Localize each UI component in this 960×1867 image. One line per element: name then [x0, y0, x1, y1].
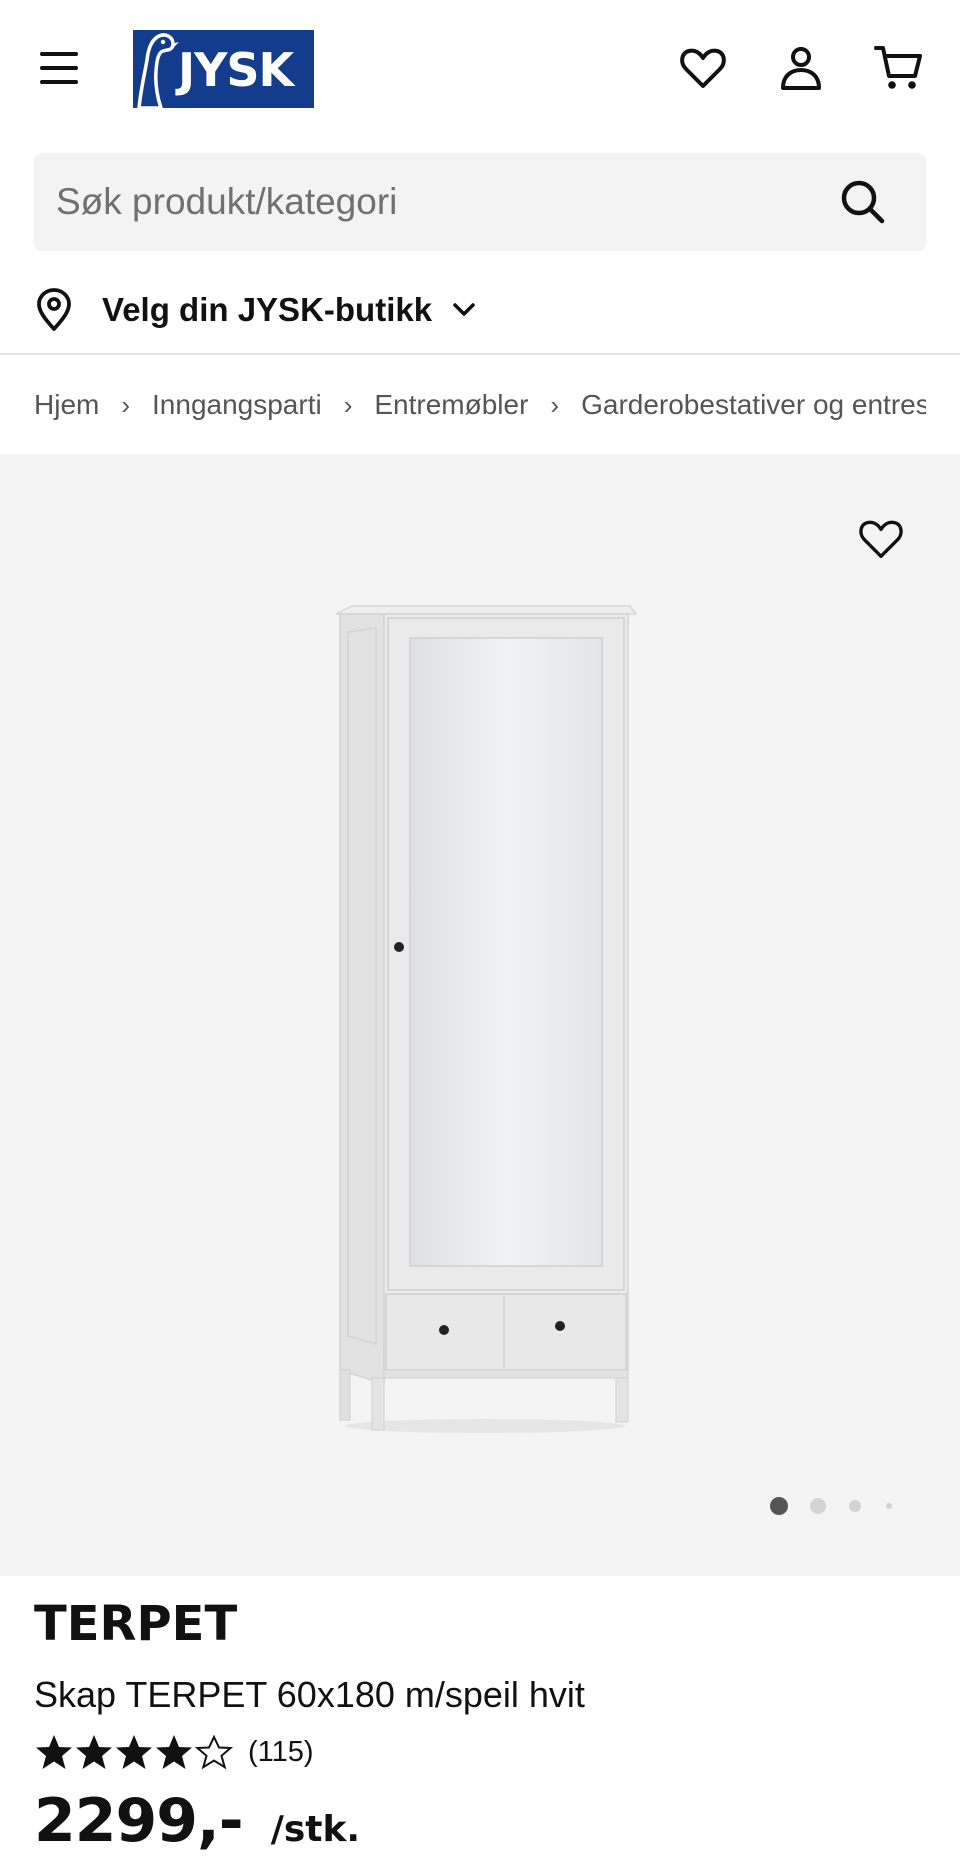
heart-icon: [859, 520, 903, 558]
add-to-wishlist-button[interactable]: [856, 514, 906, 564]
jysk-logo[interactable]: JYSK: [133, 30, 314, 108]
product-brand: TERPET: [34, 1596, 238, 1652]
gallery-dot-2[interactable]: [810, 1498, 826, 1514]
star-filled-icon: [156, 1735, 192, 1769]
product-gallery[interactable]: [0, 454, 960, 1576]
gallery-dot-4[interactable]: [886, 1503, 892, 1509]
chevron-right-icon: ›: [550, 390, 560, 420]
star-filled-icon: [116, 1735, 152, 1769]
store-selector[interactable]: Velg din JYSK-butikk: [34, 280, 478, 340]
wishlist-button[interactable]: [677, 42, 729, 94]
chevron-right-icon: ›: [343, 390, 353, 420]
star-filled-icon: [36, 1735, 72, 1769]
site-header: JYSK: [0, 0, 960, 140]
heart-icon: [680, 48, 726, 88]
gallery-pagination: [766, 1491, 906, 1521]
search-bar: [34, 153, 926, 251]
search-button[interactable]: [838, 177, 888, 227]
breadcrumb: Hjem › Inngangsparti › Entremøbler › Garderobe…: [34, 380, 926, 430]
breadcrumb-item-inngangsparti[interactable]: Inngangsparti: [152, 389, 322, 420]
menu-icon-bar: [40, 52, 78, 56]
star-filled-icon: [76, 1735, 112, 1769]
product-name: Skap TERPET 60x180 m/speil hvit: [34, 1674, 585, 1715]
product-price: 2299,-: [34, 1786, 244, 1856]
breadcrumb-item-garderobestativer[interactable]: Garderobestativer og entreskap: [581, 389, 926, 420]
rating-stars: [34, 1732, 234, 1772]
chevron-down-icon: [453, 303, 475, 316]
gallery-dot-1[interactable]: [770, 1497, 788, 1515]
menu-icon-bar: [40, 80, 78, 84]
product-rating[interactable]: (115): [34, 1728, 314, 1776]
review-count: (115): [248, 1735, 314, 1768]
price-row: 2299,- /stk.: [34, 1786, 360, 1856]
cart-icon: [874, 46, 922, 89]
breadcrumb-item-entremobler[interactable]: Entremøbler: [374, 389, 528, 420]
account-button[interactable]: [775, 42, 827, 94]
menu-icon-bar: [40, 66, 78, 70]
logo-text: JYSK: [178, 43, 294, 97]
search-input[interactable]: [56, 173, 816, 231]
cart-button[interactable]: [873, 42, 925, 94]
product-image: [335, 605, 638, 1433]
store-selector-label: Velg din JYSK-butikk: [102, 291, 433, 328]
star-empty-icon: [194, 1734, 234, 1770]
menu-button[interactable]: [36, 48, 82, 88]
header-divider: [0, 353, 960, 355]
price-unit: /stk.: [270, 1809, 361, 1850]
chevron-right-icon: ›: [121, 390, 131, 420]
location-pin-icon: [37, 288, 71, 331]
search-icon: [841, 180, 885, 224]
breadcrumb-item-home[interactable]: Hjem: [34, 389, 99, 420]
gallery-dot-3[interactable]: [849, 1500, 861, 1512]
user-icon: [781, 47, 821, 90]
